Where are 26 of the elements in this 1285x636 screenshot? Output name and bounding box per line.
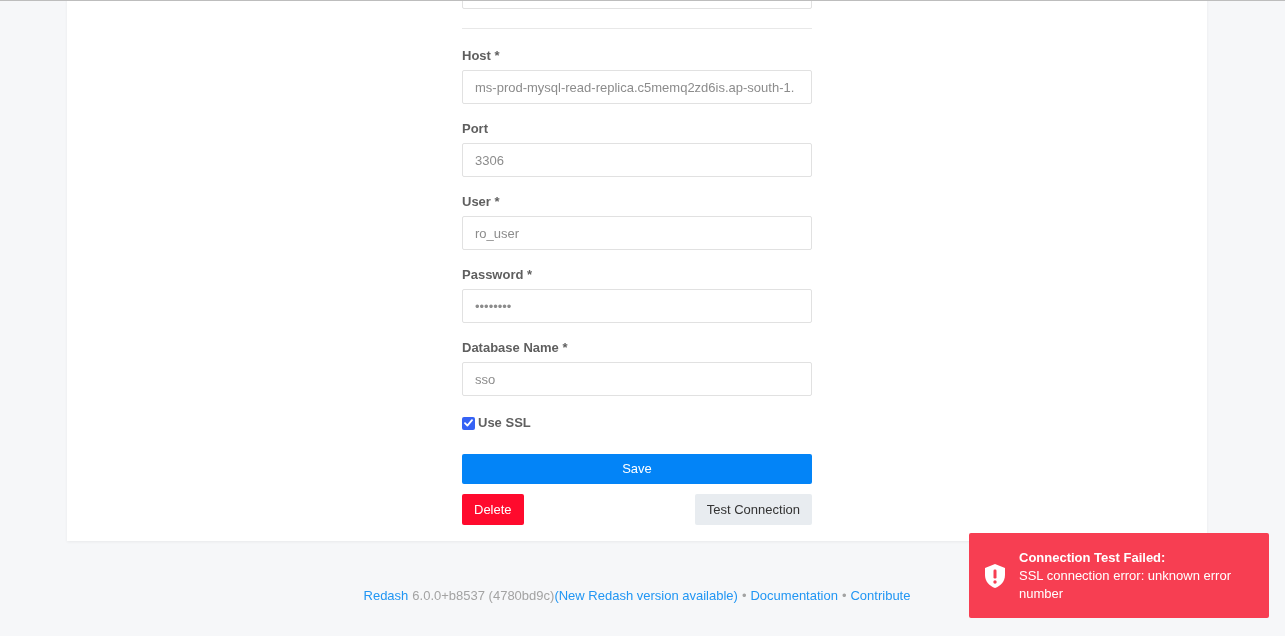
footer-link[interactable]: Redash (363, 587, 409, 605)
footer-link[interactable]: Contribute (850, 587, 911, 605)
field-label: User * (462, 193, 501, 211)
checkbox[interactable] (462, 416, 475, 430)
checkbox-label: Use SSL (478, 414, 531, 433)
version-text: 6.0.0+b8537 (4780bd9c) (412, 587, 555, 605)
input-field[interactable]: ro_user (462, 216, 812, 250)
input-field[interactable]: ms-prod-mysql-read-replica.c5memq2zd6is.ap-south-1. (462, 70, 812, 104)
test-connection-button[interactable]: Test Connection (694, 494, 812, 525)
footer-link[interactable]: Documentation (750, 587, 838, 605)
shield-alert-icon (985, 563, 1005, 588)
check-icon (464, 419, 473, 427)
input-field[interactable]: sso (462, 362, 812, 396)
bullet-separator: • (841, 587, 847, 605)
field-label: Database Name * (462, 339, 569, 357)
toast-message: SSL connection error: unknown error number (1019, 566, 1232, 603)
footer-link[interactable]: (New Redash version available) (554, 587, 738, 605)
field-label: Host * (462, 47, 501, 65)
toast-title: Connection Test Failed: (1019, 548, 1167, 567)
delete-button[interactable]: Delete (462, 494, 524, 525)
input-field[interactable]: 3306 (462, 143, 812, 177)
bullet-separator: • (741, 587, 747, 605)
input-field[interactable]: •••••••• (462, 289, 812, 323)
save-button[interactable]: Save (462, 454, 812, 484)
field-label: Port (462, 120, 489, 138)
field-label: Password * (462, 266, 534, 284)
